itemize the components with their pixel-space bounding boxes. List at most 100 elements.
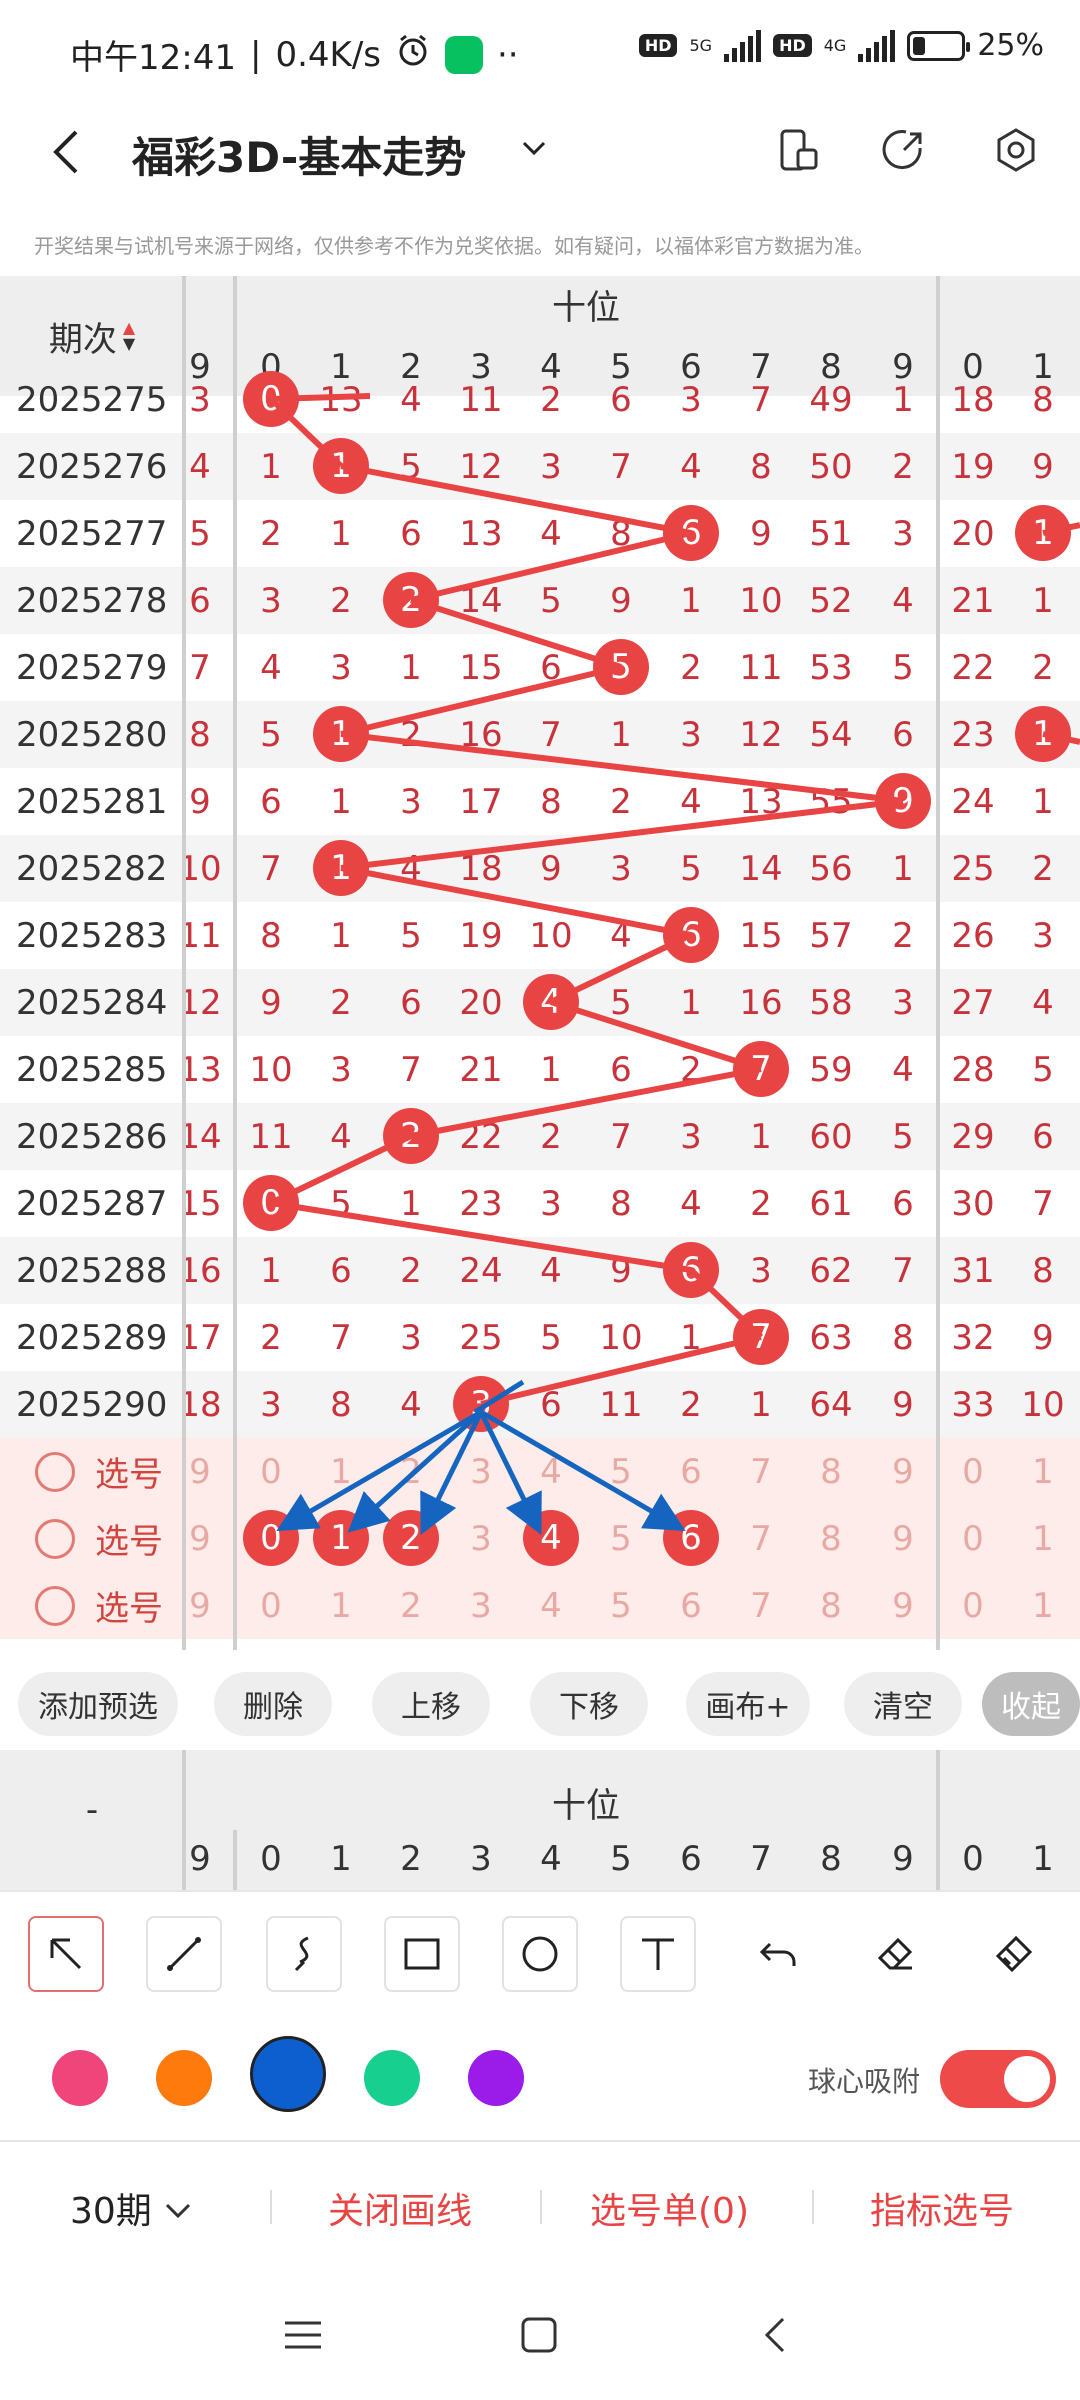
- selection-actions: 添加预选 删除 上移 下移 画布+ 清空 收起: [0, 1650, 1080, 1750]
- divider: [270, 2190, 272, 2224]
- page-title[interactable]: 福彩3D-基本走势: [132, 124, 466, 185]
- trend-line-segment: [1042, 731, 1080, 745]
- color-swatch-2[interactable]: [250, 2036, 326, 2112]
- column-header-3: 2: [400, 1839, 422, 1879]
- trend-line-segment: [270, 1200, 692, 1273]
- snap-toggle[interactable]: [940, 2050, 1056, 2108]
- share-button[interactable]: [876, 122, 932, 178]
- trend-line-segment: [688, 1267, 764, 1340]
- indicator-select-button[interactable]: 指标选号: [870, 2182, 1014, 2234]
- color-palette: 球心吸附: [0, 2016, 1080, 2142]
- action-button-1[interactable]: 删除: [214, 1672, 332, 1736]
- disclaimer-text: 开奖结果与试机号来源于网络，仅供参考不作为兑奖依据。如有疑问，以福体彩官方数据为…: [34, 234, 874, 258]
- curve-tool[interactable]: [266, 1916, 342, 1992]
- action-button-6[interactable]: 收起: [982, 1672, 1080, 1736]
- period-label: 30期: [70, 2191, 152, 2232]
- menu-nav-button[interactable]: [278, 2310, 328, 2360]
- screen-rotate-button[interactable]: [770, 122, 826, 178]
- column-header-5: 4: [540, 1839, 562, 1879]
- signal-icon: [724, 29, 762, 62]
- column-header-12: 1: [1032, 1839, 1054, 1879]
- color-swatch-0[interactable]: [52, 2050, 108, 2106]
- undo-tool[interactable]: [740, 1916, 816, 1992]
- share-icon: [882, 130, 922, 170]
- settings-hexagon-icon: [997, 128, 1035, 172]
- curve-icon: [294, 1936, 309, 1972]
- title-dropdown[interactable]: [518, 132, 550, 173]
- circle-icon: [522, 1936, 558, 1972]
- rectangle-icon: [404, 1938, 440, 1970]
- action-button-3[interactable]: 下移: [530, 1672, 648, 1736]
- action-button-0[interactable]: 添加预选: [18, 1672, 178, 1736]
- rectangle-tool[interactable]: [384, 1916, 460, 1992]
- trend-line-segment: [410, 597, 622, 670]
- circle-tool[interactable]: [502, 1916, 578, 1992]
- home-square-icon: [521, 2317, 557, 2353]
- column-header-8: 7: [750, 1839, 772, 1879]
- secondary-grid-header: - 十位 9 0 1 2 3 4 5 6 7 8 9 0 1: [0, 1750, 1080, 1890]
- more-notifications-icon: ··: [497, 34, 519, 75]
- color-swatch-1[interactable]: [156, 2050, 212, 2106]
- clear-brush-icon: [995, 1935, 1033, 1973]
- select-arrow-icon: [50, 1938, 82, 1970]
- eraser-icon: [877, 1937, 913, 1970]
- menu-icon: [285, 2321, 321, 2349]
- selection-list-button[interactable]: 选号单(0): [590, 2182, 749, 2234]
- column-header-2: 1: [330, 1839, 352, 1879]
- annotation-arrow: [347, 1410, 483, 1533]
- phone-landscape-icon: [780, 129, 818, 171]
- back-arrow-icon: [53, 130, 78, 174]
- bottom-action-bar: 30期 关闭画线 选号单(0) 指标选号: [0, 2142, 1080, 2274]
- trend-line-segment: [269, 1133, 413, 1206]
- action-button-4[interactable]: 画布+: [686, 1672, 810, 1736]
- clear-brush-tool[interactable]: [976, 1916, 1052, 1992]
- trend-line-segment: [268, 396, 344, 469]
- drawing-toolbar: [0, 1890, 1080, 2018]
- trend-line-segment: [340, 865, 692, 938]
- back-nav-button[interactable]: [752, 2310, 802, 2360]
- app-header: 福彩3D-基本走势: [0, 96, 1080, 206]
- chevron-down-icon: [522, 141, 546, 156]
- divider: [540, 2190, 542, 2224]
- hd-badge-2: HD: [773, 34, 812, 57]
- trend-lines-overlay: [268, 393, 1080, 1535]
- action-button-2[interactable]: 上移: [372, 1672, 490, 1736]
- undo-icon: [759, 1942, 796, 1966]
- system-nav-bar: [0, 2272, 1080, 2400]
- trend-line-segment: [340, 664, 622, 737]
- trend-line-segment: [270, 393, 371, 402]
- network-5g-label: 5G: [689, 36, 713, 55]
- trend-grid[interactable]: 期次 ▲▼ 十位 9012345678901 20252753134112637…: [0, 276, 1080, 1650]
- settings-button[interactable]: [988, 122, 1044, 178]
- home-nav-button[interactable]: [514, 2310, 564, 2360]
- hd-badge: HD: [638, 34, 678, 57]
- column-header-1: 0: [260, 1839, 282, 1879]
- trend-line-segment: [410, 1066, 762, 1139]
- trend-line-segment: [549, 932, 693, 1005]
- period-selector[interactable]: 30期: [70, 2182, 193, 2234]
- column-header-10: 9: [892, 1839, 914, 1879]
- eraser-tool[interactable]: [858, 1916, 934, 1992]
- line-tool[interactable]: [146, 1916, 222, 1992]
- status-separator: |: [249, 34, 262, 75]
- select-arrow-tool[interactable]: [28, 1916, 104, 1992]
- back-button[interactable]: [46, 126, 86, 191]
- color-swatch-4[interactable]: [468, 2050, 524, 2106]
- alarm-icon: [395, 32, 431, 77]
- color-swatch-3[interactable]: [364, 2050, 420, 2106]
- column-header-4: 3: [470, 1839, 492, 1879]
- action-button-5[interactable]: 清空: [844, 1672, 962, 1736]
- text-tool[interactable]: [620, 1916, 696, 1992]
- close-lines-button[interactable]: 关闭画线: [328, 2182, 472, 2234]
- divider: [812, 2190, 814, 2224]
- trend-line-segment: [1042, 522, 1080, 536]
- trend-line-segment: [480, 1334, 762, 1407]
- battery-icon: [907, 30, 971, 61]
- trend-line-segment: [340, 798, 904, 871]
- status-bar: 中午12:41 | 0.4K/s ·· HD 5G HD 4G 25%: [0, 0, 1080, 96]
- column-header-7: 6: [680, 1839, 702, 1879]
- status-speed: 0.4K/s: [275, 34, 381, 75]
- network-4g-label: 4G: [823, 36, 847, 55]
- column-header-11: 0: [962, 1839, 984, 1879]
- wechat-icon: [445, 35, 483, 74]
